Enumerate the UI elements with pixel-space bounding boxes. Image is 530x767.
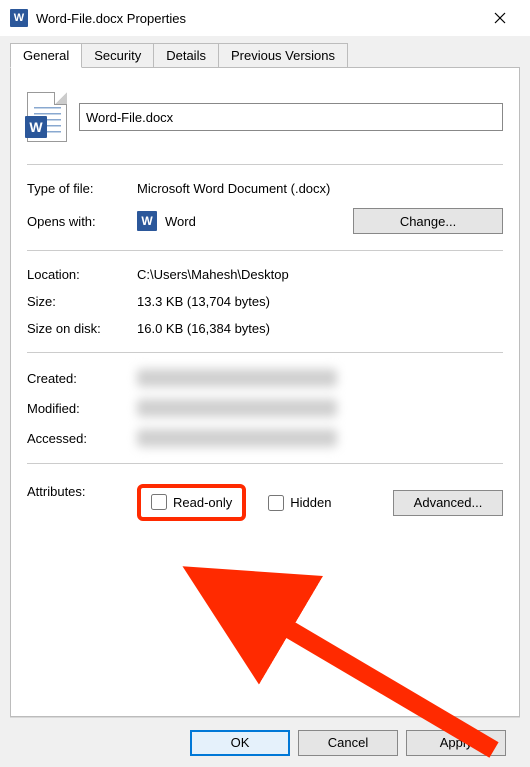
tab-general[interactable]: General bbox=[10, 43, 82, 68]
divider bbox=[27, 352, 503, 353]
tab-panel-general: W Type of file: Microsoft Word Document … bbox=[10, 67, 520, 717]
hidden-input[interactable] bbox=[268, 495, 284, 511]
opens-with-label: Opens with: bbox=[27, 214, 137, 229]
ok-button[interactable]: OK bbox=[190, 730, 290, 756]
accessed-label: Accessed: bbox=[27, 431, 137, 446]
opens-with-value: Word bbox=[165, 214, 196, 229]
location-label: Location: bbox=[27, 267, 137, 282]
cancel-button[interactable]: Cancel bbox=[298, 730, 398, 756]
created-label: Created: bbox=[27, 371, 137, 386]
accessed-value-redacted bbox=[137, 429, 337, 447]
divider bbox=[27, 164, 503, 165]
tab-previous-versions[interactable]: Previous Versions bbox=[218, 43, 348, 68]
created-value-redacted bbox=[137, 369, 337, 387]
size-on-disk-label: Size on disk: bbox=[27, 321, 137, 336]
size-value: 13.3 KB (13,704 bytes) bbox=[137, 294, 503, 309]
modified-label: Modified: bbox=[27, 401, 137, 416]
size-on-disk-value: 16.0 KB (16,384 bytes) bbox=[137, 321, 503, 336]
file-type-icon: W bbox=[27, 92, 67, 142]
change-button[interactable]: Change... bbox=[353, 208, 503, 234]
read-only-label: Read-only bbox=[173, 495, 232, 510]
hidden-checkbox[interactable]: Hidden bbox=[264, 493, 335, 513]
attributes-label: Attributes: bbox=[27, 484, 137, 499]
size-label: Size: bbox=[27, 294, 137, 309]
type-of-file-label: Type of file: bbox=[27, 181, 137, 196]
tab-strip: General Security Details Previous Versio… bbox=[10, 42, 520, 68]
window-title: Word-File.docx Properties bbox=[36, 11, 480, 26]
close-icon bbox=[494, 12, 506, 24]
titlebar: W Word-File.docx Properties bbox=[0, 0, 530, 36]
tab-details[interactable]: Details bbox=[153, 43, 219, 68]
word-badge-icon: W bbox=[25, 116, 47, 138]
divider bbox=[27, 250, 503, 251]
location-value: C:\Users\Mahesh\Desktop bbox=[137, 267, 503, 282]
dialog-footer: OK Cancel Apply bbox=[10, 717, 520, 767]
filename-input[interactable] bbox=[79, 103, 503, 131]
modified-value-redacted bbox=[137, 399, 337, 417]
divider bbox=[27, 463, 503, 464]
read-only-checkbox[interactable]: Read-only bbox=[147, 492, 236, 512]
dialog-body: General Security Details Previous Versio… bbox=[0, 36, 530, 767]
apply-button[interactable]: Apply bbox=[406, 730, 506, 756]
word-app-icon: W bbox=[10, 9, 28, 27]
type-of-file-value: Microsoft Word Document (.docx) bbox=[137, 181, 503, 196]
properties-dialog: W Word-File.docx Properties General Secu… bbox=[0, 0, 530, 767]
read-only-input[interactable] bbox=[151, 494, 167, 510]
annotation-highlight: Read-only bbox=[137, 484, 246, 521]
advanced-button[interactable]: Advanced... bbox=[393, 490, 503, 516]
hidden-label: Hidden bbox=[290, 495, 331, 510]
word-small-icon: W bbox=[137, 211, 157, 231]
close-button[interactable] bbox=[480, 3, 520, 33]
tab-security[interactable]: Security bbox=[81, 43, 154, 68]
